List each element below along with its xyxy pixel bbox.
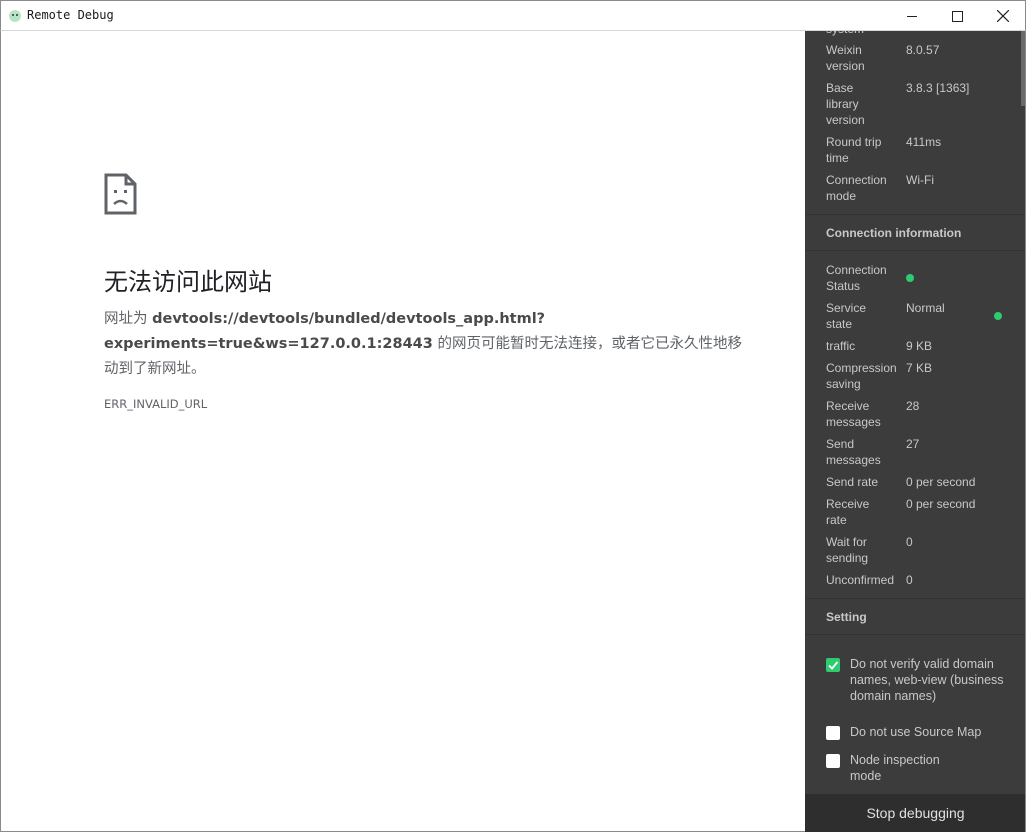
maximize-icon [951, 10, 963, 22]
info-key: Unconfirmed [826, 573, 895, 587]
close-button[interactable] [980, 1, 1026, 31]
desc-suffix: 的网页可能暂时无法连接，或者它已永久性地移 [432, 336, 742, 352]
info-value: Normal [906, 301, 945, 315]
info-key: Connection mode [826, 173, 887, 203]
checkmark-icon [828, 661, 839, 670]
info-key: Send rate [826, 475, 879, 489]
sad-page-icon [104, 173, 137, 215]
setting-label: Do not use Source Map [850, 725, 982, 739]
setting-label: Do not verify valid domain names, web-vi… [850, 657, 1004, 703]
info-key: Weixin version [826, 43, 865, 73]
info-value: 7 KB [906, 361, 933, 375]
info-key: Service state [826, 301, 867, 331]
stop-debugging-button[interactable]: Stop debugging [805, 794, 1025, 832]
info-value: 0 per second [906, 475, 976, 489]
minimize-button[interactable] [889, 1, 935, 31]
info-value: 8.0.57 [906, 43, 940, 57]
info-value: 411ms [906, 135, 942, 149]
checkbox-unchecked[interactable] [826, 754, 840, 768]
error-title: 无法访问此网站 [104, 268, 272, 296]
setting-no-source-map[interactable]: Do not use Source Map [826, 724, 1016, 744]
info-value: 0 per second [906, 497, 976, 511]
service-state-indicator [994, 312, 1002, 320]
setting-node-inspection[interactable]: Node inspection mode [826, 752, 1016, 786]
desc-prefix: 网址为 [104, 311, 153, 327]
checkbox-checked[interactable] [826, 658, 840, 672]
info-key: Round trip time [826, 135, 882, 165]
info-key: system [826, 31, 906, 37]
info-value: Wi-Fi [906, 173, 934, 187]
error-code: ERR_INVALID_URL [104, 397, 208, 411]
connection-status-indicator [906, 274, 914, 282]
section-setting: Setting [805, 598, 1025, 635]
info-key: Connection Status [826, 263, 887, 293]
info-key: Send messages [826, 437, 881, 467]
info-value: 9 KB [906, 339, 933, 353]
close-icon [997, 10, 1009, 22]
window-title: Remote Debug [27, 8, 114, 22]
minimize-icon [907, 16, 917, 17]
debug-panel[interactable]: system Weixin version 8.0.57 Base librar… [805, 31, 1026, 832]
info-value: 0 [906, 573, 913, 587]
info-key: Receive rate [826, 497, 870, 527]
error-url-part1: devtools://devtools/bundled/devtools_app… [152, 311, 546, 327]
info-key: Receive messages [826, 399, 881, 429]
info-key: Compression saving [826, 361, 897, 391]
setting-skip-domain-check[interactable]: Do not verify valid domain names, web-vi… [826, 656, 1016, 706]
info-key: Base library version [826, 81, 865, 127]
info-key: traffic [826, 339, 856, 353]
maximize-button[interactable] [934, 1, 980, 31]
panel-scrollbar[interactable] [1021, 31, 1025, 106]
setting-label: Node inspection mode [850, 753, 940, 783]
section-connection-information: Connection information [805, 214, 1025, 251]
info-value: 27 [906, 437, 920, 451]
app-icon [9, 10, 21, 22]
info-value: 28 [906, 399, 920, 413]
desc-line3: 动到了新网址。 [104, 361, 206, 377]
info-value: 0 [906, 535, 913, 549]
checkbox-unchecked[interactable] [826, 726, 840, 740]
error-url-part2: experiments=true&ws=127.0.0.1:28443 [104, 336, 433, 352]
window-titlebar: Remote Debug [0, 0, 1026, 31]
error-description: 网址为 devtools://devtools/bundled/devtools… [104, 307, 744, 382]
info-key: Wait for sending [826, 535, 869, 565]
webview-content: 无法访问此网站 网址为 devtools://devtools/bundled/… [0, 31, 805, 832]
info-value: 3.8.3 [1363] [906, 81, 970, 95]
